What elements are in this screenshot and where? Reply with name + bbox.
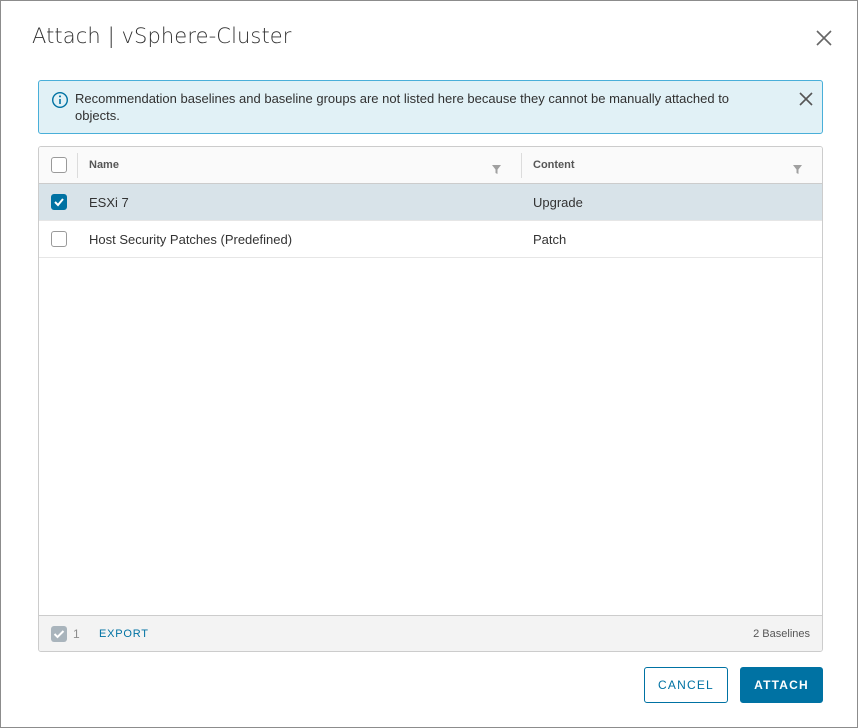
attach-button[interactable]: ATTACH (740, 667, 823, 703)
row-checkbox[interactable] (51, 194, 67, 210)
info-icon (51, 91, 69, 109)
total-count: 2 Baselines (753, 628, 810, 640)
name-filter-icon[interactable] (492, 161, 501, 174)
close-icon[interactable] (812, 26, 836, 50)
baselines-grid: Name Content ESXi 7 Upgrade Host Securit… (38, 146, 823, 652)
column-divider (77, 153, 78, 178)
export-link[interactable]: EXPORT (99, 628, 149, 640)
cancel-button[interactable]: CANCEL (644, 667, 728, 703)
column-header-content[interactable]: Content (533, 159, 575, 171)
grid-footer: 1 EXPORT 2 Baselines (39, 615, 822, 651)
alert-message: Recommendation baselines and baseline gr… (75, 91, 730, 123)
cell-name: Host Security Patches (Predefined) (89, 232, 293, 247)
attach-dialog: Attach | vSphere-Cluster Recommendation … (0, 0, 858, 728)
select-all-checkbox[interactable] (51, 157, 67, 173)
cell-name: ESXi 7 (89, 195, 129, 210)
dialog-title: Attach | vSphere-Cluster (32, 24, 292, 48)
column-header-name[interactable]: Name (89, 159, 119, 171)
table-row[interactable]: ESXi 7 Upgrade (39, 184, 822, 221)
cell-content: Patch (533, 232, 567, 247)
column-divider[interactable] (521, 153, 522, 178)
content-filter-icon[interactable] (793, 161, 802, 174)
selected-count: 1 (73, 627, 80, 641)
row-checkbox[interactable] (51, 231, 67, 247)
cell-content: Upgrade (533, 195, 583, 210)
grid-header: Name Content (39, 147, 822, 184)
alert-close-icon[interactable] (797, 90, 815, 108)
table-row[interactable]: Host Security Patches (Predefined) Patch (39, 221, 822, 258)
selection-checkbox-icon (51, 626, 67, 642)
info-alert: Recommendation baselines and baseline gr… (38, 80, 823, 134)
